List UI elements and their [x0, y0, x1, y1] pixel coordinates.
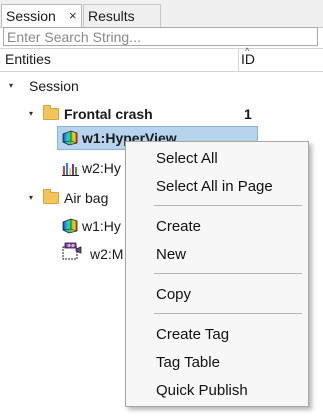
folder-icon [43, 105, 59, 120]
menu-item-select-all-in-page[interactable]: Select All in Page [156, 178, 273, 196]
tree-node-label: Frontal crash [64, 106, 153, 122]
tab-results-label: Results [88, 8, 135, 24]
id-value: 1 [244, 106, 252, 122]
menu-item-tag-table[interactable]: Tag Table [156, 354, 220, 372]
menu-separator [154, 273, 302, 274]
tree-node-label: w2:Hy [82, 160, 121, 176]
menu-separator [154, 313, 302, 314]
collapse-arrow-icon[interactable]: ▾ [29, 109, 33, 118]
tree-node-frontal-crash[interactable]: Frontal crash [64, 103, 153, 125]
hyperview-icon [62, 130, 78, 146]
menu-item-quick-publish[interactable]: Quick Publish [156, 382, 248, 400]
tree-node-id: 1 [244, 103, 252, 125]
tree-node-session[interactable]: Session [29, 75, 79, 97]
column-divider[interactable] [238, 49, 239, 71]
menu-separator [154, 205, 302, 206]
folder-icon [43, 189, 59, 204]
column-id[interactable]: ID [241, 51, 255, 67]
tree-node-w1-hyperview-2[interactable]: w1:Hy [82, 215, 121, 237]
collapse-arrow-icon[interactable]: ▾ [9, 81, 13, 90]
tab-session[interactable]: Session × [1, 4, 82, 27]
mediaview-icon [62, 242, 82, 260]
menu-item-copy[interactable]: Copy [156, 286, 191, 304]
tab-bar: Session × Results [0, 0, 323, 28]
tree-node-air-bag[interactable]: Air bag [64, 187, 108, 209]
close-icon[interactable]: × [69, 5, 77, 27]
tree-node-label: Air bag [64, 190, 109, 206]
tree-node-label: Session [29, 78, 79, 94]
menu-item-create-tag[interactable]: Create Tag [156, 326, 229, 344]
search-input[interactable] [3, 27, 318, 46]
column-header: Entities ^ ID [0, 46, 323, 72]
hypergraph-icon [62, 163, 79, 176]
tab-session-label: Session [6, 8, 56, 24]
column-entities[interactable]: Entities [5, 51, 51, 67]
tree-node-w2-mediaview[interactable]: w2:M [90, 243, 123, 265]
menu-item-new[interactable]: New [156, 246, 186, 264]
tab-results[interactable]: Results [83, 4, 161, 27]
collapse-arrow-icon[interactable]: ▾ [29, 193, 33, 202]
tree-node-label: w2:M [90, 246, 124, 262]
tree-node-w2-hypergraph[interactable]: w2:Hy [82, 157, 121, 179]
menu-item-select-all[interactable]: Select All [156, 150, 218, 168]
context-menu: Select All Select All in Page Create New… [125, 141, 309, 407]
hyperview-icon [62, 218, 78, 234]
tree-node-label: w1:Hy [82, 218, 121, 234]
menu-item-create[interactable]: Create [156, 218, 201, 236]
